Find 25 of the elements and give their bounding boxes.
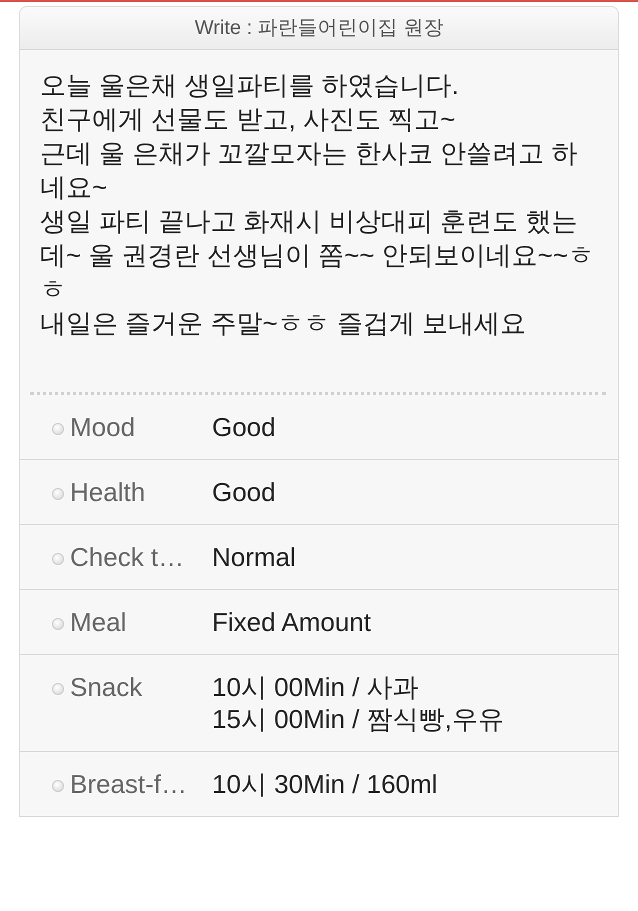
bullet-icon (52, 683, 64, 695)
field-label: Meal (70, 606, 126, 638)
field-label: Breast-f… (70, 768, 188, 800)
field-value: 10시 30Min / 160ml (212, 768, 438, 800)
message-text: 내일은 즐거운 주말~ㅎㅎ 즐겁게 보내세요 (40, 307, 528, 340)
message-text: 생일 파티 끝나고 화재시 비상대피 훈련도 했는데~ 울 권경란 선생님이 쫌~~ 안되보이네요~~ㅎㅎ (40, 205, 596, 306)
field-value: Good (212, 411, 276, 443)
bullet-icon (52, 423, 64, 435)
message-text: 친구에게 선물도 받고, 사진도 찍고~ (40, 103, 456, 136)
field-value: 15시 00Min / 짬식빵,우유 (212, 703, 504, 735)
field-label: Health (70, 476, 146, 508)
bullet-icon (52, 618, 64, 630)
page-title: Write : 파란들어린이집 원장 (194, 16, 444, 41)
message-text: 오늘 울은채 생일파티를 하였습니다. (40, 69, 460, 102)
field-value: Good (212, 476, 276, 508)
bullet-icon (52, 780, 64, 792)
field-value: 10시 00Min / 사과 (212, 671, 420, 703)
bullet-icon (52, 553, 64, 565)
field-label: Snack (70, 671, 142, 703)
bullet-icon (52, 488, 64, 500)
field-value: Normal (212, 541, 296, 573)
message-text: 근데 울 은채가 꼬깔모자는 한사코 안쓸려고 하네요~ (40, 137, 578, 204)
field-label: Check t… (70, 541, 184, 573)
field-value: Fixed Amount (212, 606, 371, 638)
field-label: Mood (70, 411, 136, 443)
